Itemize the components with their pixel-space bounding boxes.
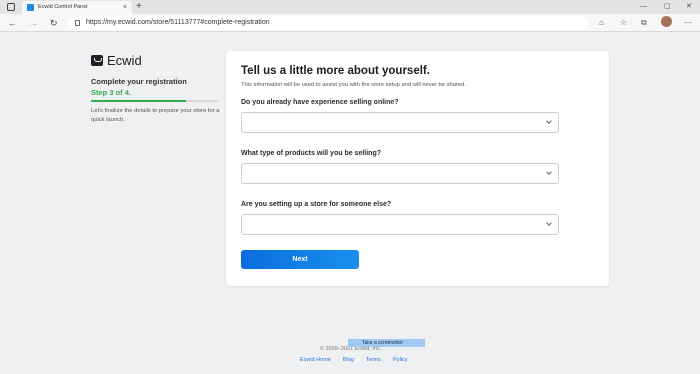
registration-step: Step 3 of 4. bbox=[91, 88, 132, 97]
footer-link-terms[interactable]: Terms bbox=[366, 357, 381, 363]
new-tab-button[interactable]: + bbox=[136, 0, 142, 13]
ecwid-favicon-icon bbox=[27, 4, 34, 11]
next-button[interactable]: Next bbox=[241, 250, 359, 269]
browser-tab-title: Ecwid Control Panel bbox=[38, 4, 88, 10]
profile-avatar[interactable] bbox=[661, 16, 672, 27]
tab-actions-icon[interactable] bbox=[7, 3, 15, 11]
address-bar: ← → ↻ https://my.ecwid.com/store/5111377… bbox=[0, 14, 700, 32]
url-input[interactable]: https://my.ecwid.com/store/51113777#comp… bbox=[68, 16, 588, 30]
registration-description: Let's finalize the details to prepare yo… bbox=[91, 108, 220, 123]
question-label-experience: Do you already have experience selling o… bbox=[241, 99, 399, 106]
back-icon[interactable]: ← bbox=[8, 16, 17, 30]
chevron-down-icon bbox=[546, 220, 552, 226]
reading-view-icon[interactable]: ⌂ bbox=[599, 17, 604, 29]
ecwid-logo: Ecwid bbox=[91, 53, 142, 68]
maximize-button[interactable]: ▢ bbox=[664, 0, 671, 13]
card-subtitle: This information will be used to assist … bbox=[241, 82, 466, 88]
browser-tab-bar: Ecwid Control Panel × + — ▢ ✕ bbox=[0, 0, 700, 14]
footer-link-ecwid-home[interactable]: Ecwid Home bbox=[300, 357, 331, 363]
experience-select[interactable] bbox=[241, 112, 559, 133]
ecwid-bag-icon bbox=[91, 55, 103, 66]
registration-title: Complete your registration bbox=[91, 77, 187, 86]
footer-link-policy[interactable]: Policy bbox=[393, 357, 408, 363]
collections-icon[interactable]: ⧉ bbox=[641, 17, 647, 29]
registration-progress-bar bbox=[91, 100, 218, 102]
minimize-button[interactable]: — bbox=[640, 0, 647, 13]
screenshot-tooltip: Take a screenshot bbox=[348, 339, 425, 347]
survey-card: Tell us a little more about yourself. Th… bbox=[226, 51, 609, 286]
tab-close-icon[interactable]: × bbox=[123, 1, 127, 14]
card-title: Tell us a little more about yourself. bbox=[241, 65, 430, 77]
more-menu-icon[interactable]: ⋯ bbox=[684, 17, 692, 29]
logo-text: Ecwid bbox=[107, 53, 142, 68]
question-label-products: What type of products will you be sellin… bbox=[241, 150, 382, 157]
reload-icon[interactable]: ↻ bbox=[50, 16, 58, 30]
products-select[interactable] bbox=[241, 163, 559, 184]
footer-link-blog[interactable]: Blog bbox=[343, 357, 354, 363]
browser-tab[interactable]: Ecwid Control Panel × bbox=[22, 1, 132, 14]
close-window-button[interactable]: ✕ bbox=[686, 0, 692, 13]
chevron-down-icon bbox=[546, 118, 552, 124]
lock-icon bbox=[75, 20, 80, 26]
favorites-star-icon[interactable]: ☆ bbox=[620, 17, 627, 29]
someone-else-select[interactable] bbox=[241, 214, 559, 235]
forward-icon[interactable]: → bbox=[29, 16, 38, 30]
footer-links: Ecwid Home Blog Terms Policy bbox=[300, 357, 408, 363]
chevron-down-icon bbox=[546, 169, 552, 175]
progress-fill bbox=[91, 100, 187, 102]
question-label-someone-else: Are you setting up a store for someone e… bbox=[241, 201, 392, 208]
url-text: https://my.ecwid.com/store/51113777#comp… bbox=[86, 19, 270, 26]
